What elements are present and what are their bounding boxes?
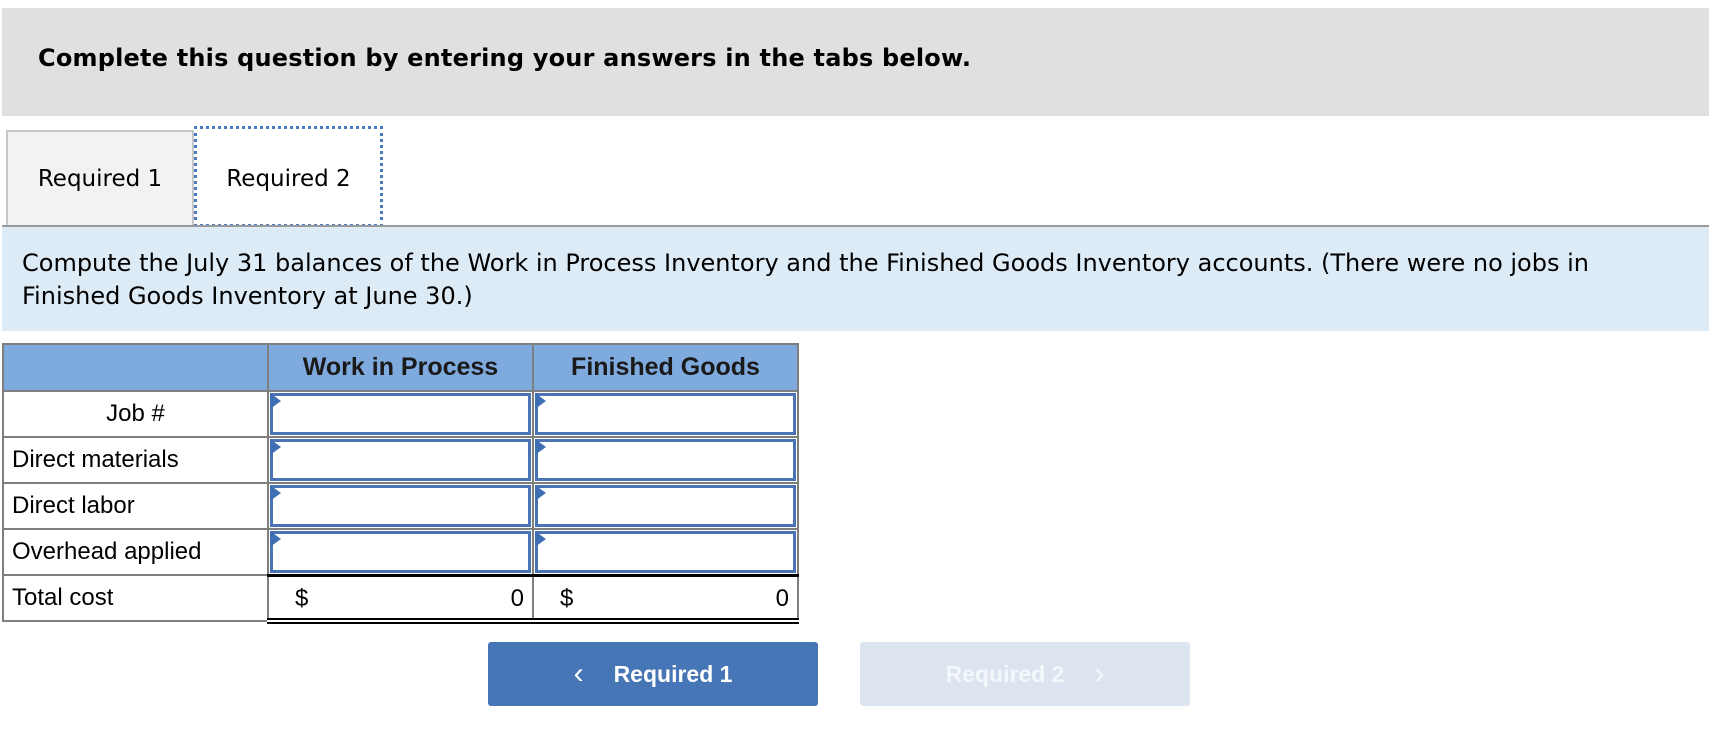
currency-symbol: $ bbox=[295, 584, 309, 612]
prev-button-label: Required 1 bbox=[613, 660, 733, 687]
column-header-blank bbox=[2, 343, 269, 392]
fg-total-value: 0 bbox=[775, 584, 789, 612]
row-label-direct-materials: Direct materials bbox=[2, 436, 269, 484]
fg-total-cell: $ 0 bbox=[532, 573, 799, 624]
fg-dm-cell bbox=[532, 436, 799, 484]
wip-oh-cell bbox=[267, 528, 534, 576]
dropdown-marker-icon bbox=[270, 485, 281, 501]
row-label-job: Job # bbox=[2, 390, 269, 438]
prev-required-1-button[interactable]: ‹ Required 1 bbox=[488, 642, 818, 706]
tab-required-1[interactable]: Required 1 bbox=[6, 130, 194, 225]
wip-total-value: 0 bbox=[510, 584, 524, 612]
balances-table: Work in Process Finished Goods Job # Dir… bbox=[2, 343, 799, 624]
fg-job-cell bbox=[532, 390, 799, 438]
dropdown-marker-icon bbox=[535, 485, 546, 501]
currency-symbol: $ bbox=[560, 584, 574, 612]
wip-overhead-applied-input[interactable] bbox=[273, 534, 528, 570]
wip-total-cell: $ 0 bbox=[267, 573, 534, 624]
wip-direct-labor-input[interactable] bbox=[273, 488, 528, 524]
fg-job-input[interactable] bbox=[538, 396, 793, 432]
dropdown-marker-icon bbox=[270, 531, 281, 547]
table-header-row: Work in Process Finished Goods bbox=[2, 343, 799, 392]
wip-dl-cell bbox=[267, 482, 534, 530]
header-text: Complete this question by entering your … bbox=[38, 44, 972, 72]
dropdown-marker-icon bbox=[270, 393, 281, 409]
fg-direct-materials-input[interactable] bbox=[538, 442, 793, 478]
wip-dm-cell bbox=[267, 436, 534, 484]
wip-direct-materials-input[interactable] bbox=[273, 442, 528, 478]
wip-job-input[interactable] bbox=[273, 396, 528, 432]
dropdown-marker-icon bbox=[535, 531, 546, 547]
tab-label: Required 2 bbox=[226, 165, 351, 192]
column-header-fg: Finished Goods bbox=[532, 343, 799, 392]
row-label-overhead-applied: Overhead applied bbox=[2, 528, 269, 576]
row-label-direct-labor: Direct labor bbox=[2, 482, 269, 530]
table-row: Job # bbox=[2, 390, 799, 438]
chevron-left-icon: ‹ bbox=[573, 657, 584, 690]
dropdown-marker-icon bbox=[535, 393, 546, 409]
table-row: Overhead applied bbox=[2, 528, 799, 576]
fg-direct-labor-input[interactable] bbox=[538, 488, 793, 524]
next-button-label: Required 2 bbox=[945, 660, 1065, 687]
fg-oh-cell bbox=[532, 528, 799, 576]
table-row: Direct labor bbox=[2, 482, 799, 530]
column-header-wip: Work in Process bbox=[267, 343, 534, 392]
next-required-2-button[interactable]: Required 2 › bbox=[860, 642, 1190, 706]
instructions: Compute the July 31 balances of the Work… bbox=[2, 227, 1709, 331]
tab-required-2[interactable]: Required 2 bbox=[194, 126, 383, 227]
wip-job-cell bbox=[267, 390, 534, 438]
fg-overhead-applied-input[interactable] bbox=[538, 534, 793, 570]
fg-dl-cell bbox=[532, 482, 799, 530]
total-row: Total cost $ 0 $ 0 bbox=[2, 573, 799, 624]
tab-label: Required 1 bbox=[37, 165, 163, 192]
dropdown-marker-icon bbox=[270, 439, 281, 455]
row-label-total-cost: Total cost bbox=[2, 574, 269, 622]
question-header: Complete this question by entering your … bbox=[2, 8, 1709, 116]
table-row: Direct materials bbox=[2, 436, 799, 484]
dropdown-marker-icon bbox=[535, 439, 546, 455]
chevron-right-icon: › bbox=[1094, 657, 1105, 690]
